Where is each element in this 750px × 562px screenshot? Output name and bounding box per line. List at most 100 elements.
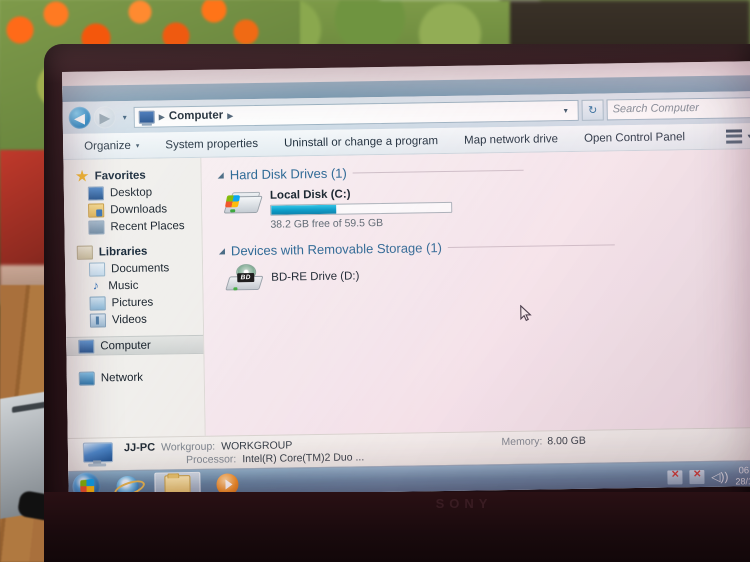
memory-label: Memory: (501, 435, 543, 448)
organize-button[interactable]: Organize ▾ (71, 133, 153, 158)
navigation-pane: Favorites Desktop Downloads Recent Place… (63, 157, 206, 438)
music-note-icon: ♪ (92, 277, 99, 293)
sidebar-label-network: Network (100, 371, 144, 384)
volume-icon[interactable]: ◁)) (711, 469, 728, 483)
pictures-icon (89, 295, 106, 311)
sidebar-label-pictures: Pictures (111, 296, 154, 309)
forward-arrow-icon: ▶ (99, 109, 110, 125)
refresh-button[interactable]: ↻ (581, 98, 604, 121)
drive-name-bd-re-d: BD-RE Drive (D:) (271, 270, 360, 284)
group-title-removable-storage: Devices with Removable Storage (1) (230, 240, 443, 259)
clock-time: 06:5 (738, 464, 750, 476)
sidebar-item-favorites[interactable]: Favorites (64, 166, 201, 185)
libraries-folder-icon (76, 245, 93, 260)
sidebar-item-recent-places[interactable]: Recent Places (64, 217, 201, 236)
chevron-down-icon: ▾ (122, 112, 127, 122)
computer-icon (78, 339, 95, 354)
sidebar-label-desktop: Desktop (109, 186, 153, 199)
view-list-icon (726, 128, 743, 144)
refresh-icon: ↻ (587, 104, 598, 117)
sidebar-label-favorites: Favorites (94, 169, 146, 182)
clock-date: 28/12/ (735, 475, 750, 486)
workgroup-value: WORKGROUP (221, 438, 293, 453)
computer-name: JJ-PC (123, 441, 156, 454)
processor-value: Intel(R) Core(TM)2 Duo ... (242, 450, 365, 465)
group-header-hard-disk-drives[interactable]: ◢ Hard Disk Drives (1) (218, 159, 750, 183)
removable-drive-list: BD BD-RE Drive (D:) (219, 256, 750, 293)
hard-disk-drive-list: Local Disk (C:) 38.2 GB free of 59.5 GB (218, 180, 750, 232)
drive-item-bd-re-d[interactable]: BD BD-RE Drive (D:) (225, 256, 750, 292)
address-dropdown-icon[interactable]: ▾ (558, 105, 574, 115)
sidebar-item-libraries[interactable]: Libraries (65, 242, 202, 261)
laptop-screen: ◀ ▶ ▾ ▶ Computer ▶ ▾ ↻ Search Computer O… (62, 61, 750, 497)
mouse-cursor (520, 304, 532, 323)
back-button[interactable]: ◀ (68, 106, 91, 129)
sidebar-item-downloads[interactable]: Downloads (64, 200, 201, 219)
bd-badge-label: BD (237, 273, 255, 283)
network-disconnected-icon[interactable] (667, 469, 683, 485)
action-center-icon[interactable] (689, 469, 705, 484)
videos-icon (89, 312, 107, 328)
breadcrumb-separator: ▶ (158, 111, 165, 121)
group-divider (447, 244, 615, 248)
bd-re-optical-drive-icon: BD (225, 263, 264, 293)
file-list-view[interactable]: ◢ Hard Disk Drives (1) Local Disk (C:) 3… (201, 148, 750, 436)
collapse-caret-icon[interactable]: ◢ (219, 246, 225, 255)
uninstall-change-program-button[interactable]: Uninstall or change a program (271, 128, 451, 155)
search-placeholder: Search Computer (612, 102, 699, 116)
breadcrumb-separator-2[interactable]: ▶ (227, 111, 233, 120)
desktop-monitor-icon (87, 185, 105, 201)
computer-monitor-icon (80, 441, 114, 468)
sidebar-item-music[interactable]: ♪ Music (65, 276, 202, 295)
group-title-hard-disk-drives: Hard Disk Drives (1) (229, 165, 347, 183)
address-breadcrumb-bar[interactable]: ▶ Computer ▶ ▾ (133, 99, 579, 128)
sidebar-label-videos: Videos (111, 313, 147, 326)
sidebar-label-libraries: Libraries (98, 245, 148, 258)
open-control-panel-button[interactable]: Open Control Panel (571, 125, 698, 151)
forward-button[interactable]: ▶ (93, 106, 116, 129)
sidebar-label-recent-places: Recent Places (110, 219, 185, 233)
breadcrumb-computer[interactable]: Computer (169, 109, 223, 122)
system-properties-button[interactable]: System properties (152, 131, 271, 157)
computer-icon (138, 110, 155, 124)
star-icon (76, 170, 89, 183)
drive-info-local-disk-c: Local Disk (C:) 38.2 GB free of 59.5 GB (270, 185, 453, 231)
sidebar-item-computer[interactable]: Computer (66, 334, 204, 356)
recent-places-icon (88, 219, 105, 235)
photograph-of-laptop: ◀ ▶ ▾ ▶ Computer ▶ ▾ ↻ Search Computer O… (0, 0, 750, 562)
network-icon (78, 371, 95, 386)
free-space-label-local-disk-c: 38.2 GB free of 59.5 GB (270, 216, 384, 231)
search-input[interactable]: Search Computer (606, 96, 750, 120)
system-tray: ◁)) 06:5 28/12/ (667, 464, 750, 488)
taskbar-clock[interactable]: 06:5 28/12/ (735, 465, 750, 487)
back-arrow-icon: ◀ (74, 110, 85, 126)
map-network-drive-button[interactable]: Map network drive (451, 127, 571, 153)
sidebar-item-network[interactable]: Network (67, 368, 204, 387)
sidebar-label-computer: Computer (100, 339, 151, 352)
sidebar-item-pictures[interactable]: Pictures (66, 293, 203, 312)
workgroup-label: Workgroup: (160, 440, 216, 453)
documents-icon (88, 261, 106, 277)
drive-name-local-disk-c: Local Disk (C:) (269, 188, 351, 202)
sidebar-label-documents: Documents (111, 261, 170, 275)
recent-pages-button[interactable]: ▾ (119, 106, 131, 128)
hard-disk-windows-icon (223, 188, 263, 217)
group-header-removable-storage[interactable]: ◢ Devices with Removable Storage (1) (219, 235, 750, 259)
capacity-bar-local-disk-c (270, 201, 453, 216)
chevron-down-icon: ▾ (135, 142, 140, 150)
taskbar-spacer (250, 477, 667, 484)
drive-item-local-disk-c[interactable]: Local Disk (C:) 38.2 GB free of 59.5 GB (223, 180, 750, 231)
group-divider (352, 169, 524, 174)
organize-label: Organize (84, 139, 131, 153)
sidebar-item-desktop[interactable]: Desktop (64, 183, 201, 202)
memory-value: 8.00 GB (547, 434, 586, 447)
libraries-group: Libraries Documents ♪ Music Pictures Vid… (65, 242, 203, 329)
sidebar-label-music: Music (108, 279, 139, 292)
sony-brand-label: SONY (435, 496, 493, 511)
collapse-caret-icon[interactable]: ◢ (218, 170, 224, 179)
downloads-folder-icon (88, 202, 105, 218)
change-view-button[interactable]: ▾ (726, 124, 750, 148)
sidebar-item-documents[interactable]: Documents (65, 259, 202, 278)
favorites-group: Favorites Desktop Downloads Recent Place… (64, 166, 202, 236)
sidebar-item-videos[interactable]: Videos (66, 310, 203, 329)
